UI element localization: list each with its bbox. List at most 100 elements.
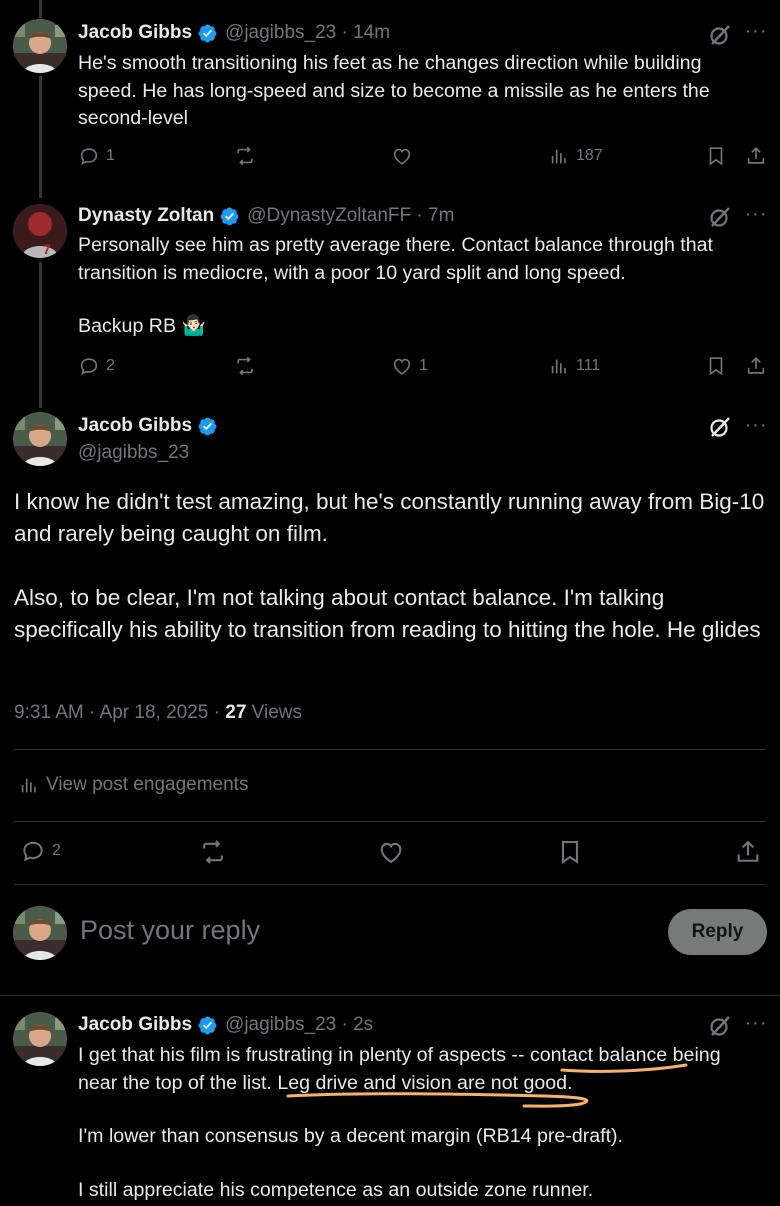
like-button[interactable] [391,145,413,167]
reply-count: 2 [52,842,61,859]
reply-button[interactable]: 2 [20,838,61,864]
post-text: I know he didn't test amazing, but he's … [14,489,765,546]
reply-icon [78,145,100,167]
author-handle[interactable]: @jagibbs_23 [78,442,189,464]
repost-button[interactable] [234,145,256,167]
post-header: Dynasty Zoltan @DynastyZoltanFF · 7m [78,205,454,227]
verified-badge-icon [219,206,240,227]
engagements-label: View post engagements [46,774,249,795]
post-text: I get that his film is frustrating in pl… [78,1042,756,1097]
bookmark-button[interactable] [556,838,584,866]
reply-button[interactable]: 2 [78,355,115,377]
grok-icon[interactable] [708,1014,732,1038]
divider [14,749,766,750]
reply-count: 2 [106,357,115,374]
repost-icon [234,145,256,167]
highlighted-text: Leg drive and vision are not good. [277,1071,573,1094]
more-options-icon[interactable]: ··· [744,1013,768,1040]
reply-button[interactable]: 1 [78,145,115,167]
action-bar: 2 1 111 [78,355,770,385]
post-header: Jacob Gibbs @jagibbs_23 · 2s [78,1014,373,1036]
reply-input[interactable]: Post your reply [80,915,260,946]
bookmark-button[interactable] [705,355,727,377]
action-bar: 1 187 [78,145,770,175]
reply-icon [20,838,46,864]
views-label: Views [246,702,303,723]
divider [0,995,780,996]
author-name[interactable]: Dynasty Zoltan [78,205,214,227]
like-button[interactable]: 1 [391,355,428,377]
view-engagements-link[interactable]: View post engagements [18,774,248,796]
author-handle[interactable]: @jagibbs_23 · 2s [225,1014,373,1036]
repost-button[interactable] [199,838,227,866]
repost-icon [199,838,227,866]
post-header: Jacob Gibbs @jagibbs_23 · 14m [78,22,390,44]
thread-line [39,76,42,198]
views-button[interactable]: 111 [548,355,600,377]
author-handle[interactable]: @DynastyZoltanFF · 7m [247,205,454,227]
views-icon [548,145,570,167]
like-count: 1 [419,357,428,374]
views-icon [18,774,40,796]
author-handle-row: @jagibbs_23 [78,442,189,464]
bookmark-button[interactable] [705,145,727,167]
share-button[interactable] [745,145,767,167]
views-count: 187 [576,147,603,164]
svg-text:7: 7 [43,241,51,257]
thread-line [39,262,42,408]
author-handle[interactable]: @jagibbs_23 · 14m [225,22,390,44]
divider [14,884,766,885]
share-button[interactable] [745,355,767,377]
heart-icon [391,355,413,377]
like-button[interactable] [377,838,405,866]
repost-icon [234,355,256,377]
highlighted-text: contact balance [529,1044,668,1066]
grok-icon[interactable] [708,205,732,229]
author-name[interactable]: Jacob Gibbs [78,22,192,44]
bookmark-icon [556,838,584,866]
grok-icon[interactable] [708,23,732,47]
views-count: 111 [576,357,601,374]
post-text-paragraph3: I still appreciate his competence as an … [78,1179,594,1201]
views-count: 27 [225,702,247,723]
share-icon [745,145,767,167]
share-icon [745,355,767,377]
bookmark-icon [705,145,727,167]
reply-icon [78,355,100,377]
heart-icon [391,145,413,167]
share-icon [734,838,762,866]
more-options-icon[interactable]: ··· [744,415,768,442]
avatar[interactable] [13,19,67,73]
more-options-icon[interactable]: ··· [744,204,768,231]
more-options-icon[interactable]: ··· [744,21,768,48]
post-time[interactable]: 9:31 AM · Apr 18, 2025 · [14,702,225,723]
avatar[interactable] [13,412,67,466]
verified-badge-icon [197,1015,218,1036]
grok-icon[interactable] [708,415,732,439]
thread-line [39,0,42,18]
views-icon [548,355,570,377]
avatar[interactable]: 7 [13,204,67,258]
author-name[interactable]: Jacob Gibbs [78,415,192,437]
avatar[interactable] [13,1012,67,1066]
avatar[interactable] [13,906,67,960]
heart-icon [377,838,405,866]
repost-button[interactable] [234,355,256,377]
reply-submit-button[interactable]: Reply [668,909,767,955]
post-timestamp[interactable]: 9:31 AM · Apr 18, 2025 · 27 Views [14,702,302,724]
post-text: Personally see him as pretty average the… [78,234,713,284]
post-text: He's smooth transitioning his feet as he… [78,52,710,129]
verified-badge-icon [197,416,218,437]
views-button[interactable]: 187 [548,145,603,167]
bookmark-icon [705,355,727,377]
post-header: Jacob Gibbs [78,415,218,437]
action-bar: 2 [20,838,770,868]
post-text-line2: Backup RB 🤷🏻‍♂️ [78,315,206,337]
reply-count: 1 [106,147,115,164]
post-text-paragraph2: I'm lower than consensus by a decent mar… [78,1125,623,1147]
divider [14,821,766,822]
post-text-paragraph2: Also, to be clear, I'm not talking about… [14,585,761,642]
text-segment: I get that his film is frustrating in pl… [78,1044,530,1066]
share-button[interactable] [734,838,762,866]
author-name[interactable]: Jacob Gibbs [78,1014,192,1036]
